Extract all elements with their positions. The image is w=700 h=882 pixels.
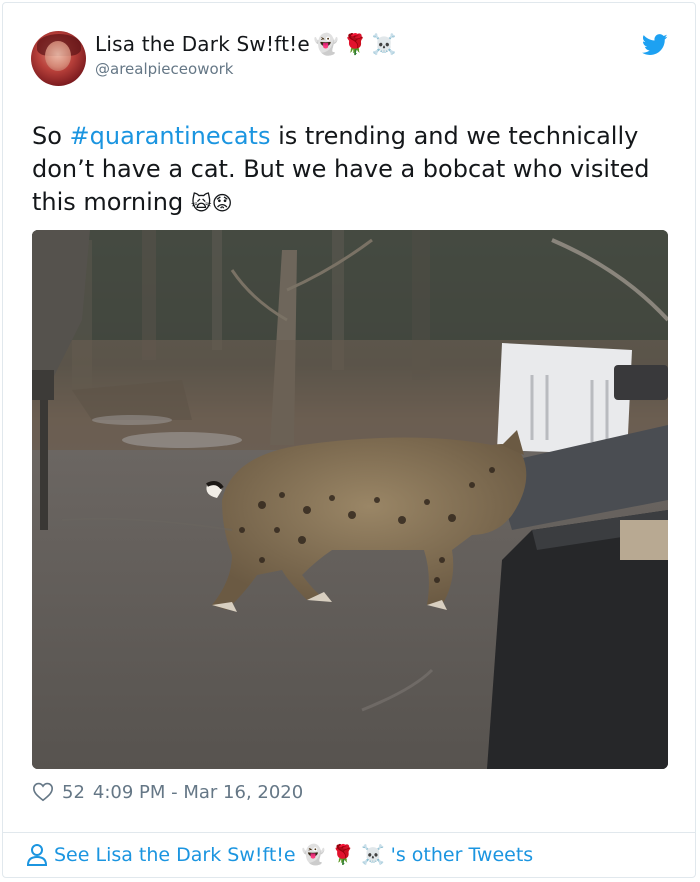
like-count[interactable]: 52 — [62, 782, 85, 803]
twitter-bird-icon[interactable] — [642, 34, 668, 56]
tweet-photo[interactable] — [32, 230, 668, 769]
skull-crossbones-emoji: ☠️ — [371, 32, 397, 56]
tweet-timestamp[interactable]: 4:09 PM - Mar 16, 2020 — [93, 782, 303, 803]
user-handle[interactable]: @arealpieceowork — [95, 60, 234, 78]
tweet-text-prefix: So — [32, 122, 70, 150]
avatar[interactable] — [31, 31, 86, 86]
footer-divider — [2, 832, 696, 833]
tweet-meta: 52 4:09 PM - Mar 16, 2020 — [32, 781, 303, 803]
rose-emoji: 🌹 — [331, 843, 355, 866]
footer-link-prefix: See Lisa the Dark Sw!ft!e — [54, 844, 296, 866]
tweet-text-line1: is trending and we technically — [270, 122, 639, 150]
hashtag-link[interactable]: #quarantinecats — [70, 122, 271, 150]
heart-icon[interactable] — [32, 781, 54, 803]
tweet-text-line2: don’t have a cat. But we have a bobcat w… — [32, 155, 650, 183]
author-name-row[interactable]: Lisa the Dark Sw!ft!e 👻 🌹 ☠️ — [95, 32, 397, 56]
bobcat-photo — [32, 230, 668, 769]
skull-crossbones-emoji: ☠️ — [360, 843, 385, 866]
weary-cat-emoji: 🙀 — [190, 191, 212, 215]
rose-emoji: 🌹 — [342, 32, 368, 56]
footer-link-suffix: 's other Tweets — [390, 844, 534, 866]
person-icon — [26, 844, 48, 866]
ghost-emoji: 👻 — [313, 32, 339, 56]
display-name[interactable]: Lisa the Dark Sw!ft!e — [95, 32, 310, 56]
tweet-text-line3: this morning — [32, 188, 191, 216]
ghost-emoji: 👻 — [301, 843, 326, 866]
tweet-text: So #quarantinecats is trending and we te… — [32, 120, 672, 219]
worried-face-emoji: 😟 — [211, 191, 233, 215]
avatar-face — [45, 41, 71, 71]
see-other-tweets-link[interactable]: See Lisa the Dark Sw!ft!e 👻 🌹 ☠️ 's othe… — [26, 843, 533, 867]
